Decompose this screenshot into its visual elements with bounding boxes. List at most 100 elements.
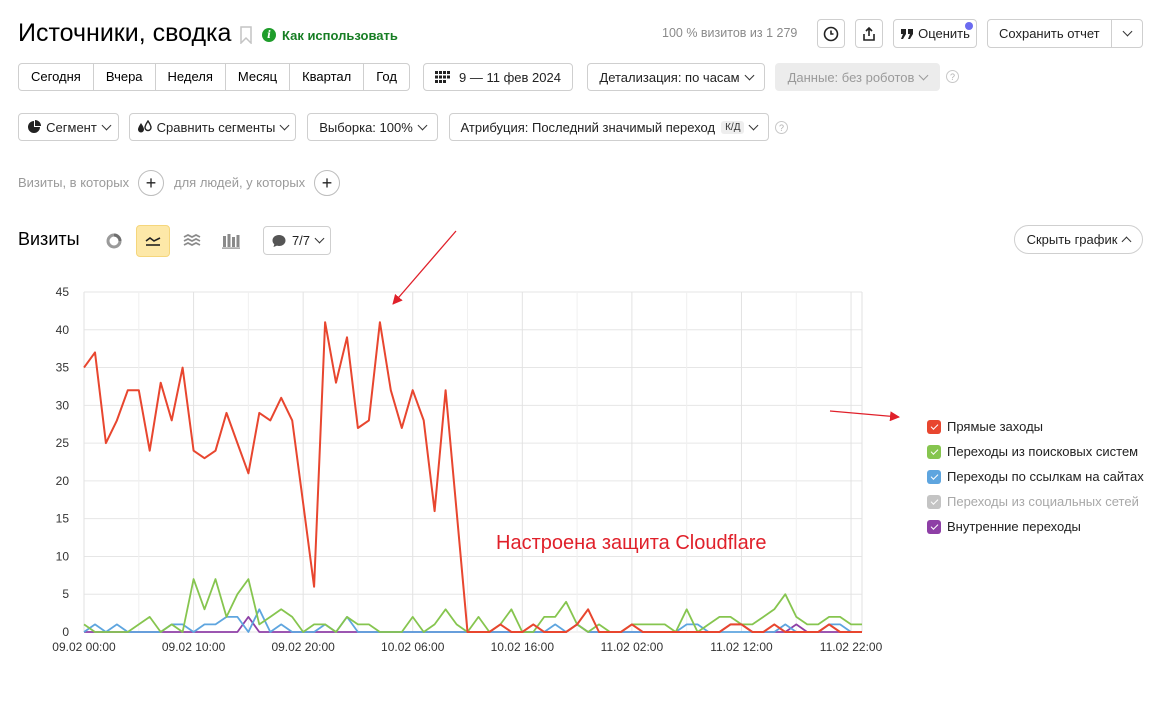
detail-label: Детализация: по часам bbox=[599, 69, 740, 85]
chevron-down-icon bbox=[744, 70, 755, 80]
hide-chart-label: Скрыть график bbox=[1026, 232, 1118, 247]
checkbox-icon bbox=[927, 519, 941, 534]
legend-label: Переходы из поисковых систем bbox=[947, 444, 1139, 459]
x-tick-label: 10.02 16:00 bbox=[491, 640, 555, 654]
y-tick-label: 0 bbox=[62, 625, 69, 639]
chart-legend: Прямые заходы Переходы из поисковых сист… bbox=[927, 414, 1144, 539]
period-today[interactable]: Сегодня bbox=[19, 64, 94, 90]
visits-line-chart: 0 5 10 15 20 25 30 35 40 45 09.02 00:00 09.02 10:0… bbox=[52, 285, 882, 654]
x-tick-label: 11.02 22:00 bbox=[820, 640, 883, 654]
chart-series bbox=[83, 321, 862, 633]
y-tick-label: 20 bbox=[56, 474, 70, 488]
visits-filter-label: Визиты, в которых bbox=[18, 175, 130, 190]
chart-grid bbox=[83, 291, 863, 633]
export-button[interactable] bbox=[855, 19, 883, 48]
y-axis: 0 5 10 15 20 25 30 35 40 45 bbox=[56, 285, 70, 639]
period-week[interactable]: Неделя bbox=[156, 64, 226, 90]
compare-segments-button[interactable]: Сравнить сегменты bbox=[129, 113, 296, 141]
legend-item-social[interactable]: Переходы из социальных сетей bbox=[927, 489, 1144, 514]
people-filter-label: для людей, у которых bbox=[174, 175, 306, 190]
legend-item-links[interactable]: Переходы по ссылкам на сайтах bbox=[927, 464, 1144, 489]
checkbox-icon bbox=[927, 419, 941, 434]
history-button[interactable] bbox=[817, 19, 845, 48]
save-report-dropdown[interactable] bbox=[1112, 26, 1142, 37]
chevron-down-icon bbox=[918, 70, 929, 80]
calendar-icon bbox=[435, 71, 451, 83]
y-tick-label: 30 bbox=[56, 398, 70, 412]
legend-label: Переходы из социальных сетей bbox=[947, 494, 1139, 509]
segment-label: Сегмент bbox=[46, 119, 97, 135]
bar-chart-icon[interactable] bbox=[222, 233, 240, 249]
add-visits-filter-button[interactable]: + bbox=[138, 170, 164, 196]
x-tick-label: 09.02 10:00 bbox=[162, 640, 226, 654]
how-to-use-link[interactable]: i Как использовать bbox=[262, 26, 398, 44]
info-icon: i bbox=[262, 28, 276, 42]
x-tick-label: 10.02 06:00 bbox=[381, 640, 445, 654]
period-yesterday[interactable]: Вчера bbox=[94, 64, 156, 90]
period-month[interactable]: Месяц bbox=[226, 64, 291, 90]
y-tick-label: 10 bbox=[56, 549, 70, 563]
visits-share-text: 100 % визитов из 1 279 bbox=[662, 26, 798, 40]
x-tick-label: 11.02 02:00 bbox=[601, 640, 664, 654]
y-tick-label: 5 bbox=[62, 587, 69, 601]
help-icon[interactable]: ? bbox=[775, 121, 788, 134]
detail-select[interactable]: Детализация: по часам bbox=[587, 63, 765, 91]
period-selector: Сегодня Вчера Неделя Месяц Квартал Год bbox=[18, 63, 410, 91]
page-title: Источники, сводка bbox=[18, 19, 232, 47]
checkbox-icon bbox=[927, 469, 941, 484]
chevron-down-icon bbox=[1122, 26, 1133, 37]
save-report-label: Сохранить отчет bbox=[999, 26, 1100, 41]
date-range-label: 9 — 11 фев 2024 bbox=[459, 69, 561, 85]
rate-label: Оценить bbox=[918, 26, 970, 41]
bookmark-icon[interactable] bbox=[238, 26, 254, 44]
pie-chart-icon[interactable] bbox=[105, 232, 123, 250]
chart-title: Визиты bbox=[18, 229, 80, 249]
legend-label: Прямые заходы bbox=[947, 419, 1044, 434]
rate-button[interactable]: Оценить bbox=[893, 19, 977, 48]
drops-icon bbox=[137, 120, 152, 133]
attribution-select[interactable]: Атрибуция: Последний значимый переход К/… bbox=[449, 113, 769, 141]
attribution-label: Атрибуция: Последний значимый переход bbox=[460, 119, 716, 135]
sample-select[interactable]: Выборка: 100% bbox=[307, 113, 438, 141]
period-year[interactable]: Год bbox=[364, 64, 409, 90]
x-tick-label: 11.02 12:00 bbox=[710, 640, 773, 654]
data-filter-select[interactable]: Данные: без роботов bbox=[775, 63, 940, 91]
data-filter-label: Данные: без роботов bbox=[787, 69, 915, 85]
x-tick-label: 09.02 00:00 bbox=[52, 640, 116, 654]
pie-icon bbox=[28, 120, 42, 133]
date-range-button[interactable]: 9 — 11 фев 2024 bbox=[423, 63, 573, 91]
series-line-links bbox=[83, 608, 862, 633]
legend-item-internal[interactable]: Внутренние переходы bbox=[927, 514, 1144, 539]
area-chart-icon[interactable] bbox=[183, 233, 201, 249]
x-tick-label: 09.02 20:00 bbox=[271, 640, 335, 654]
attribution-badge: К/Д bbox=[721, 120, 745, 134]
y-tick-label: 45 bbox=[56, 285, 70, 299]
help-icon[interactable]: ? bbox=[946, 70, 959, 83]
share-icon bbox=[863, 26, 875, 41]
y-tick-label: 15 bbox=[56, 512, 70, 526]
legend-label: Переходы по ссылкам на сайтах bbox=[947, 469, 1144, 484]
checkbox-icon bbox=[927, 444, 941, 459]
notification-dot bbox=[965, 22, 973, 30]
segment-button[interactable]: Сегмент bbox=[18, 113, 119, 141]
annotations-button[interactable]: 7/7 bbox=[263, 226, 331, 255]
compare-segments-label: Сравнить сегменты bbox=[156, 119, 276, 135]
line-chart-button[interactable] bbox=[136, 225, 170, 257]
sample-label: Выборка: 100% bbox=[319, 119, 413, 135]
annotation-text: Настроена защита Cloudflare bbox=[496, 532, 767, 554]
clock-icon bbox=[823, 26, 839, 41]
x-axis: 09.02 00:00 09.02 10:00 09.02 20:00 10.02 0… bbox=[52, 640, 882, 654]
quote-icon bbox=[901, 28, 914, 39]
line-chart-icon bbox=[145, 237, 161, 246]
legend-label: Внутренние переходы bbox=[947, 519, 1081, 534]
period-quarter[interactable]: Квартал bbox=[290, 64, 365, 90]
y-tick-label: 40 bbox=[56, 323, 70, 337]
hide-chart-button[interactable]: Скрыть график bbox=[1014, 225, 1143, 254]
checkbox-icon bbox=[927, 494, 941, 509]
chevron-down-icon bbox=[749, 120, 759, 130]
legend-item-search[interactable]: Переходы из поисковых систем bbox=[927, 439, 1144, 464]
save-report-button[interactable]: Сохранить отчет bbox=[987, 19, 1143, 48]
legend-item-direct[interactable]: Прямые заходы bbox=[927, 414, 1144, 439]
add-people-filter-button[interactable]: + bbox=[314, 170, 340, 196]
comment-icon bbox=[272, 234, 286, 247]
